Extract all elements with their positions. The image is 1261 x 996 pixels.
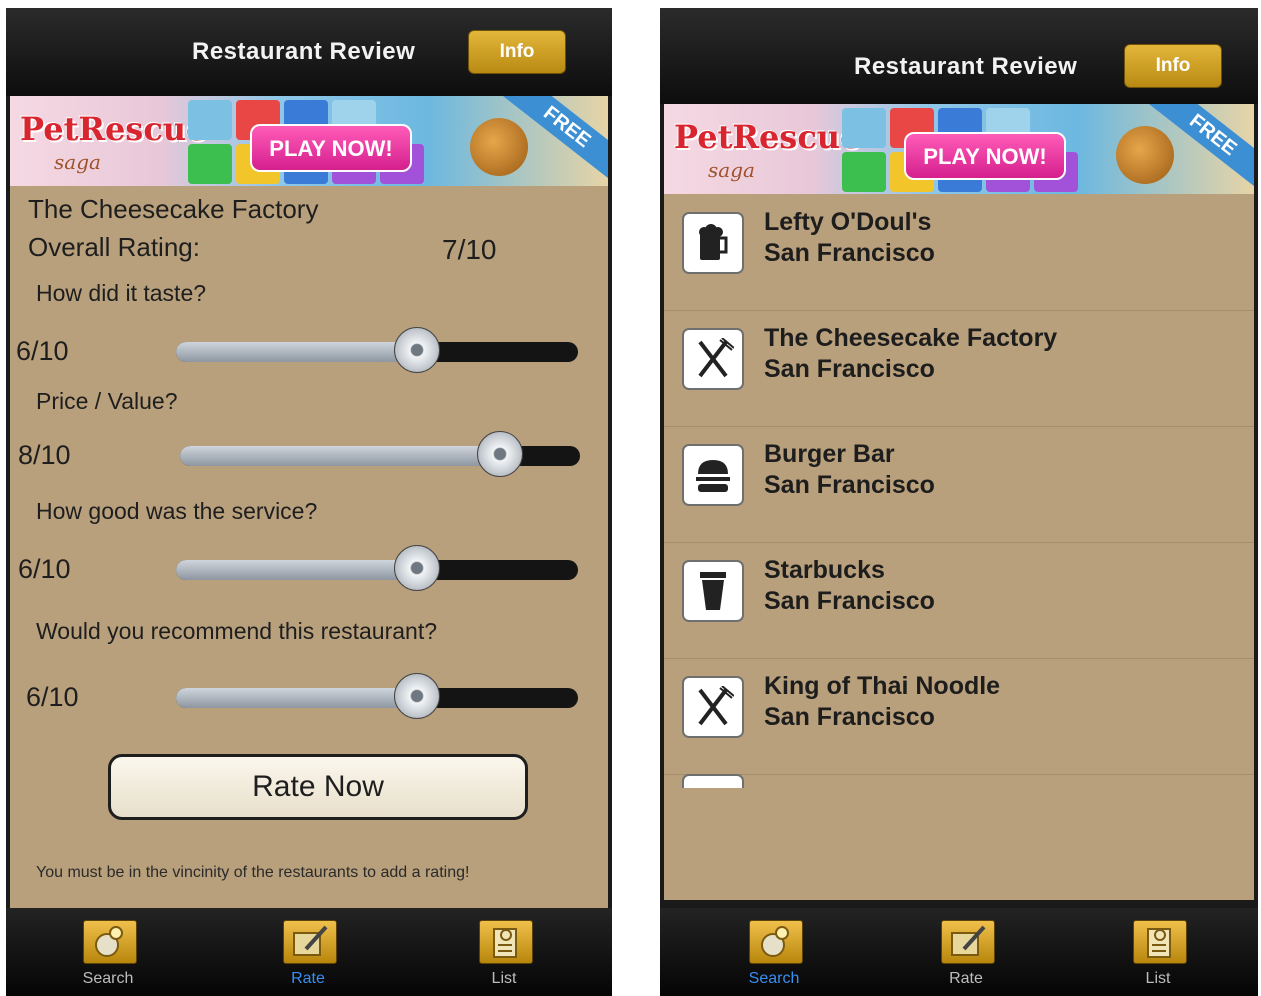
tab-search[interactable]: Search xyxy=(724,908,824,996)
restaurant-list: Lefty O'Doul's San Francisco The Cheesec… xyxy=(664,194,1254,900)
list-clipboard-icon xyxy=(1133,920,1187,964)
rate-pencil-icon xyxy=(941,920,995,964)
vicinity-notice: You must be in the vincinity of the rest… xyxy=(36,864,470,881)
ad-banner[interactable]: PetRescue saga PLAY NOW! FREE xyxy=(664,104,1254,194)
taste-value: 6/10 xyxy=(16,336,69,366)
overall-rating-value: 7/10 xyxy=(442,234,497,265)
ad-logo-sub: saga xyxy=(54,150,101,174)
navigation-bar: Restaurant Review Info xyxy=(660,8,1258,104)
search-globe-icon xyxy=(83,920,137,964)
list-clipboard-icon xyxy=(479,920,533,964)
search-globe-icon xyxy=(749,920,803,964)
slider-knob[interactable] xyxy=(394,545,441,591)
recommend-value: 6/10 xyxy=(26,682,79,712)
service-value: 6/10 xyxy=(18,554,71,584)
service-slider[interactable] xyxy=(176,545,578,591)
beer-mug-icon xyxy=(682,212,744,274)
list-item[interactable]: Starbucks San Francisco xyxy=(664,542,1254,659)
tab-list[interactable]: List xyxy=(454,908,554,996)
list-item[interactable]: Lefty O'Doul's San Francisco xyxy=(664,194,1254,311)
tab-search-label: Search xyxy=(82,970,134,987)
restaurant-city: San Francisco xyxy=(764,587,935,615)
tab-search[interactable]: Search xyxy=(58,908,158,996)
restaurant-name: The Cheesecake Factory xyxy=(28,194,319,224)
tab-bar: Search Rate List xyxy=(6,908,612,996)
list-item[interactable]: King of Thai Noodle San Francisco xyxy=(664,658,1254,775)
coffee-cup-icon xyxy=(682,560,744,622)
rate-now-button[interactable]: Rate Now xyxy=(108,754,528,820)
fork-knife-icon xyxy=(682,328,744,390)
tab-bar: Search Rate List xyxy=(660,908,1258,996)
restaurant-city: San Francisco xyxy=(764,355,935,383)
restaurant-name: King of Thai Noodle xyxy=(764,672,1001,700)
tab-rate[interactable]: Rate xyxy=(258,908,358,996)
tab-list[interactable]: List xyxy=(1108,908,1208,996)
navigation-bar: Restaurant Review Info xyxy=(6,8,612,96)
slider-knob[interactable] xyxy=(477,431,523,477)
slider-knob[interactable] xyxy=(394,327,441,373)
tab-rate-label: Rate xyxy=(949,970,983,987)
question-taste-label: How did it taste? xyxy=(36,280,207,306)
question-service-label: How good was the service? xyxy=(36,498,318,524)
ad-dog-icon xyxy=(1116,126,1174,184)
tab-list-label: List xyxy=(1145,970,1171,987)
price-slider[interactable] xyxy=(180,431,580,477)
restaurant-city: San Francisco xyxy=(764,239,935,267)
restaurant-name: Burger Bar xyxy=(764,440,895,468)
tab-rate[interactable]: Rate xyxy=(916,908,1016,996)
ad-dog-icon xyxy=(470,118,528,176)
slider-knob[interactable] xyxy=(394,673,441,719)
rate-screen: Restaurant Review Info PetRescue saga PL… xyxy=(6,8,612,996)
burger-icon xyxy=(682,444,744,506)
ad-banner[interactable]: PetRescue saga PLAY NOW! FREE xyxy=(10,96,608,186)
ad-play-now-button[interactable]: PLAY NOW! xyxy=(904,132,1066,180)
overall-rating-label: Overall Rating: xyxy=(28,232,200,262)
restaurant-city: San Francisco xyxy=(764,471,935,499)
fork-knife-icon xyxy=(682,676,744,738)
ad-play-now-button[interactable]: PLAY NOW! xyxy=(250,124,412,172)
restaurant-name: Lefty O'Doul's xyxy=(764,208,932,236)
tab-list-label: List xyxy=(491,970,517,987)
info-button[interactable]: Info xyxy=(468,30,566,74)
price-value: 8/10 xyxy=(18,440,71,470)
info-button[interactable]: Info xyxy=(1124,44,1222,88)
list-screen: Restaurant Review Info PetRescue saga PL… xyxy=(660,8,1258,996)
rate-pencil-icon xyxy=(283,920,337,964)
list-item-icon xyxy=(682,774,744,788)
restaurant-name: Starbucks xyxy=(764,556,885,584)
question-recommend-label: Would you recommend this restaurant? xyxy=(36,618,437,644)
tab-search-label: Search xyxy=(748,970,800,987)
restaurant-name: The Cheesecake Factory xyxy=(764,324,1058,352)
list-item[interactable]: Burger Bar San Francisco xyxy=(664,426,1254,543)
tab-rate-label: Rate xyxy=(291,970,325,987)
nav-title: Restaurant Review xyxy=(192,38,416,65)
list-item-partial[interactable] xyxy=(664,774,1254,788)
ad-logo-sub: saga xyxy=(708,158,755,182)
recommend-slider[interactable] xyxy=(176,673,578,719)
taste-slider[interactable] xyxy=(176,327,578,373)
restaurant-city: San Francisco xyxy=(764,703,935,731)
question-price-label: Price / Value? xyxy=(36,388,178,414)
list-item[interactable]: The Cheesecake Factory San Francisco xyxy=(664,310,1254,427)
